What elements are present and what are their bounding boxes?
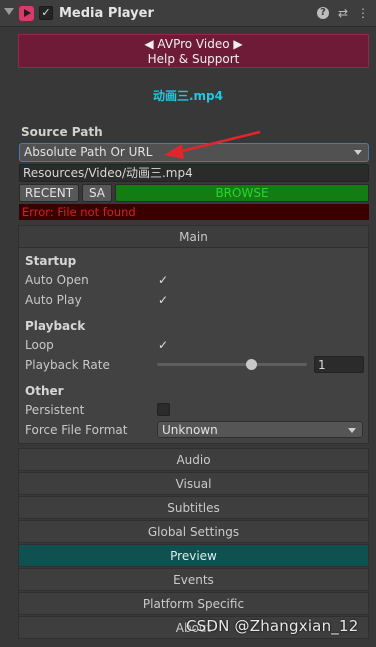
recent-button[interactable]: RECENT [19,184,79,202]
persistent-checkbox[interactable] [157,403,170,416]
playback-rate-input[interactable]: 1 [314,356,364,373]
auto-play-checkbox[interactable]: ✓ [157,294,169,306]
loop-checkbox[interactable]: ✓ [157,339,169,351]
playback-heading: Playback [25,319,86,333]
context-menu-icon[interactable]: ⋮ [356,6,370,20]
auto-open-checkbox[interactable]: ✓ [157,274,169,286]
media-player-logo-icon [19,6,34,21]
section-events[interactable]: Events [18,568,369,591]
loop-label: Loop [25,338,54,352]
url-input[interactable]: Resources/Video/动画三.mp4 [19,164,369,182]
section-global-settings[interactable]: Global Settings [18,520,369,543]
section-subtitles[interactable]: Subtitles [18,496,369,519]
dropdown-caret-icon [348,428,356,433]
fold-chevron-icon[interactable] [4,8,14,15]
banner-line-1: ◀ AVPro Video ▶ [144,37,243,51]
error-message: Error: File not found [19,204,369,220]
enabled-checkbox[interactable]: ✓ [39,6,53,20]
presets-icon[interactable]: ⇄ [336,6,350,20]
browse-button[interactable]: BROWSE [115,184,369,202]
startup-heading: Startup [25,254,77,268]
persistent-label: Persistent [25,403,85,417]
force-file-format-dropdown[interactable]: Unknown [157,421,363,438]
streaming-assets-button[interactable]: SA [82,184,112,202]
banner-line-2: Help & Support [147,52,240,66]
section-main[interactable]: Main [18,225,369,248]
component-title: Media Player [59,6,154,21]
watermark: CSDN @Zhangxian_12 [186,617,359,635]
force-file-format-label: Force File Format [25,423,128,437]
playback-rate-slider[interactable] [157,363,307,366]
playback-rate-label: Playback Rate [25,358,110,372]
current-file-name: 动画三.mp4 [152,89,223,103]
section-visual[interactable]: Visual [18,472,369,495]
auto-play-label: Auto Play [25,293,82,307]
other-heading: Other [25,384,64,398]
section-preview[interactable]: Preview [18,544,369,567]
section-platform-specific[interactable]: Platform Specific [18,592,369,615]
source-path-label: Source Path [21,125,103,139]
help-support-banner[interactable]: ◀ AVPro Video ▶ Help & Support [18,34,369,68]
annotation-arrow-icon [164,130,261,159]
force-file-format-value: Unknown [162,423,218,437]
path-type-value: Absolute Path Or URL [24,145,153,159]
component-header: ✓ Media Player ? ⇄ ⋮ [0,0,376,27]
dropdown-caret-icon [354,150,362,155]
auto-open-label: Auto Open [25,273,89,287]
help-icon[interactable]: ? [317,7,329,19]
section-audio[interactable]: Audio [18,448,369,471]
playback-rate-slider-knob[interactable] [246,359,257,370]
